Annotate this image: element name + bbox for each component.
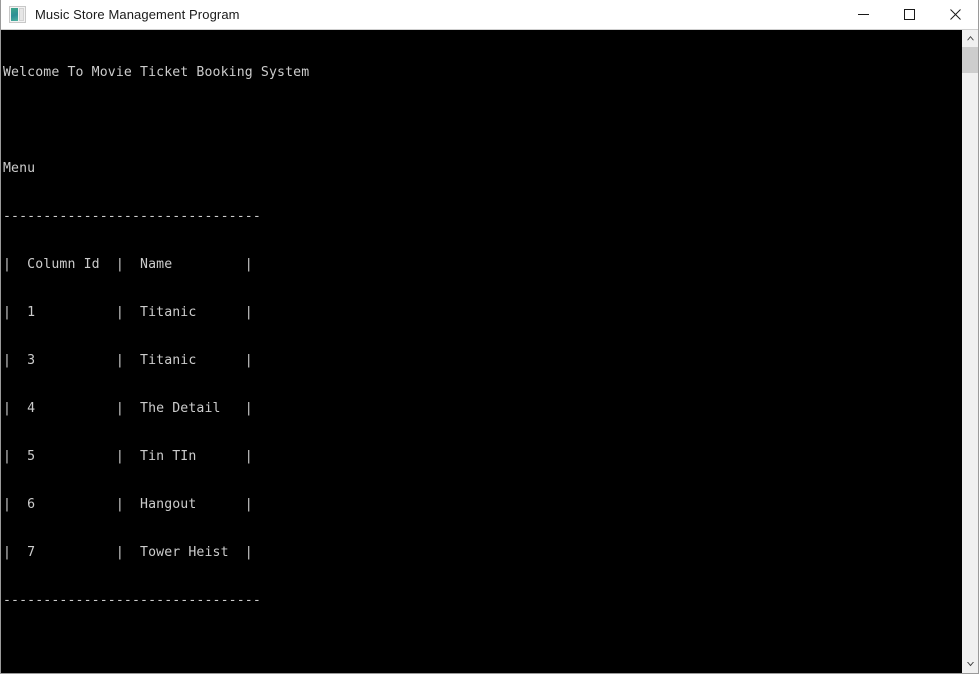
console-heading: Welcome To Movie Ticket Booking System [3, 65, 310, 80]
application-window: Music Store Management Program Welcome T… [0, 0, 979, 674]
table-header-row: | Column Id | Name | [3, 257, 253, 272]
title-bar: Music Store Management Program [1, 0, 978, 30]
table-row: | 6 | Hangout | [3, 497, 253, 512]
window-controls [840, 0, 978, 29]
console-output[interactable]: Welcome To Movie Ticket Booking System M… [1, 30, 961, 673]
menu-label: Menu [3, 161, 36, 176]
app-icon-right-block [19, 8, 24, 21]
scrollbar-track[interactable] [962, 47, 978, 656]
table-row: | 3 | Titanic | [3, 353, 253, 368]
scroll-down-icon[interactable] [961, 656, 978, 673]
console-area: Welcome To Movie Ticket Booking System M… [1, 30, 978, 673]
table-row: | 5 | Tin TIn | [3, 449, 253, 464]
table-top-rule: -------------------------------- [3, 209, 261, 224]
console-app-icon [9, 6, 26, 23]
table-row: | 7 | Tower Heist | [3, 545, 253, 560]
app-icon-left-block [11, 8, 18, 21]
table-row: | 1 | Titanic | [3, 305, 253, 320]
maximize-button[interactable] [886, 0, 932, 29]
scroll-up-icon[interactable] [961, 30, 978, 47]
close-button[interactable] [932, 0, 978, 29]
minimize-button[interactable] [840, 0, 886, 29]
scrollbar-thumb[interactable] [962, 47, 978, 73]
vertical-scrollbar[interactable] [961, 30, 978, 673]
table-bottom-rule: -------------------------------- [3, 593, 261, 608]
table-row: | 4 | The Detail | [3, 401, 253, 416]
window-title: Music Store Management Program [35, 7, 240, 22]
